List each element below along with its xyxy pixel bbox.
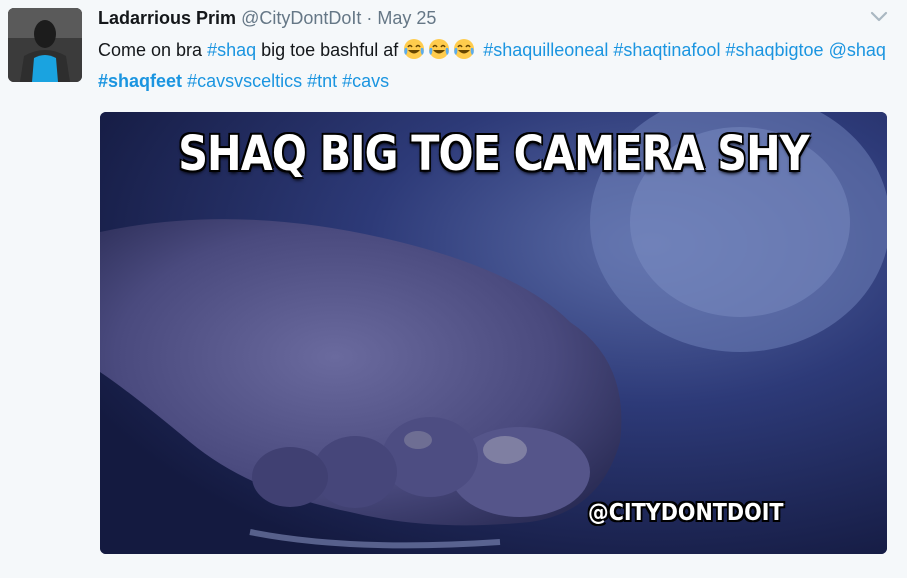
hashtag-link[interactable]: #shaquilleoneal <box>483 40 608 60</box>
text-segment: big toe bashful af <box>256 40 404 60</box>
chevron-down-icon[interactable] <box>869 10 889 24</box>
hashtag-link[interactable]: #shaqtinafool <box>613 40 720 60</box>
avatar-image <box>8 8 82 82</box>
hashtag-link[interactable]: #shaqfeet <box>98 71 182 91</box>
hashtag-link[interactable]: #tnt <box>307 71 337 91</box>
hashtag-link[interactable]: #cavs <box>342 71 389 91</box>
avatar[interactable] <box>8 8 82 82</box>
text-segment: Come on bra <box>98 40 208 60</box>
tweet-header: Ladarrious Prim @CityDontDoIt · May 25 <box>98 7 436 29</box>
meme-watermark: @CITYDONTDOIT <box>588 500 784 526</box>
mention-link[interactable]: @shaq <box>829 40 886 60</box>
hashtag-link[interactable]: #shaq <box>207 40 256 60</box>
tweet-media[interactable]: SHAQ BIG TOE CAMERA SHY @CITYDONTDOIT <box>100 112 887 554</box>
hashtag-link[interactable]: #shaqbigtoe <box>725 40 823 60</box>
author-name[interactable]: Ladarrious Prim <box>98 8 236 28</box>
face-with-tears-of-joy-icon <box>454 39 475 59</box>
author-handle[interactable]: @CityDontDoIt <box>241 8 361 28</box>
tweet-text: Come on bra #shaq big toe bashful af #sh… <box>98 35 888 97</box>
hashtag-link[interactable]: #cavsvsceltics <box>187 71 302 91</box>
separator-dot: · <box>366 8 373 28</box>
tweet: Ladarrious Prim @CityDontDoIt · May 25 C… <box>0 0 907 578</box>
face-with-tears-of-joy-icon <box>429 39 450 59</box>
meme-caption: SHAQ BIG TOE CAMERA SHY <box>178 126 809 182</box>
tweet-date[interactable]: May 25 <box>377 8 436 28</box>
face-with-tears-of-joy-icon <box>404 39 425 59</box>
